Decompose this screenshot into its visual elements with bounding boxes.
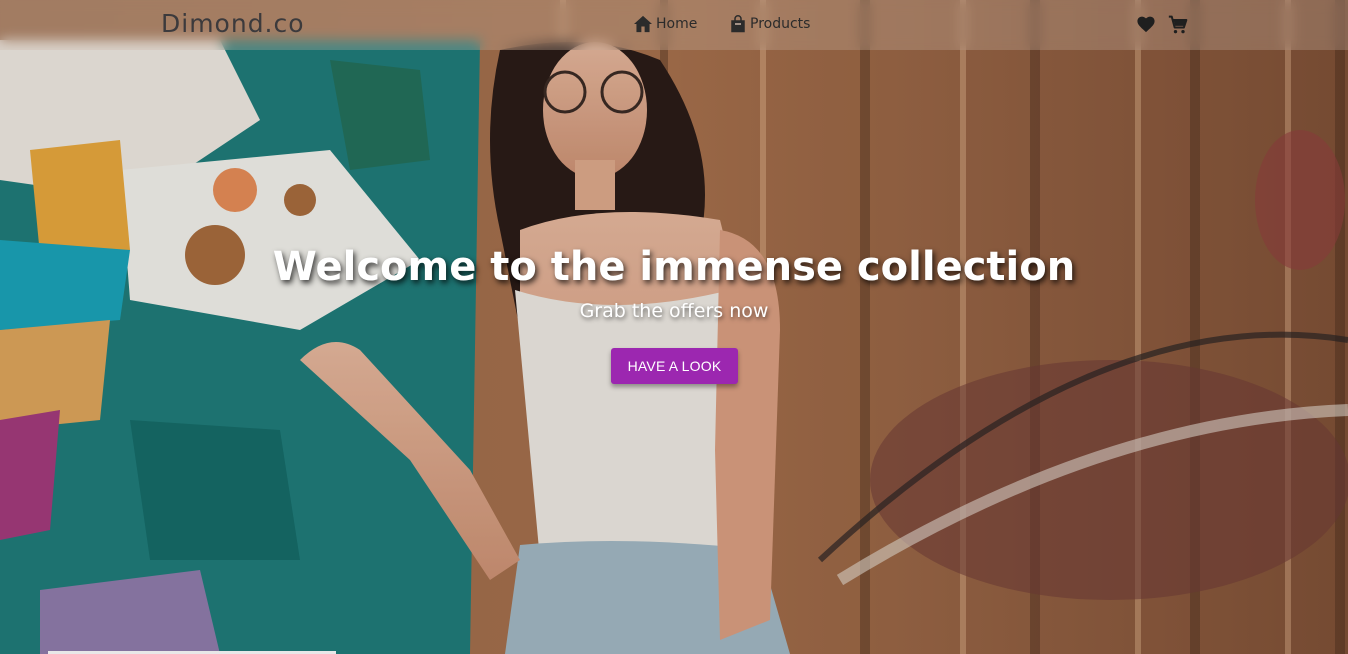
hero-title: Welcome to the immense collection: [272, 244, 1076, 290]
hero-subtitle: Grab the offers now: [579, 300, 769, 322]
hero-background-image: [0, 0, 1348, 654]
brand-logo[interactable]: Dimond.co: [161, 9, 305, 38]
shopping-bag-icon: [729, 15, 747, 33]
have-a-look-button[interactable]: HAVE A LOOK: [611, 348, 738, 384]
nav-products-label: Products: [750, 16, 811, 32]
home-icon: [633, 15, 653, 33]
cart-icon[interactable]: [1167, 15, 1189, 39]
nav-home-link[interactable]: Home: [633, 15, 697, 33]
nav-products-link[interactable]: Products: [729, 15, 810, 33]
nav-home-label: Home: [656, 16, 698, 32]
top-navbar: Dimond.co Home Products: [0, 0, 1348, 50]
hero-section: Dimond.co Home Products Welcome to the i…: [0, 0, 1348, 654]
heart-icon[interactable]: [1136, 15, 1156, 37]
